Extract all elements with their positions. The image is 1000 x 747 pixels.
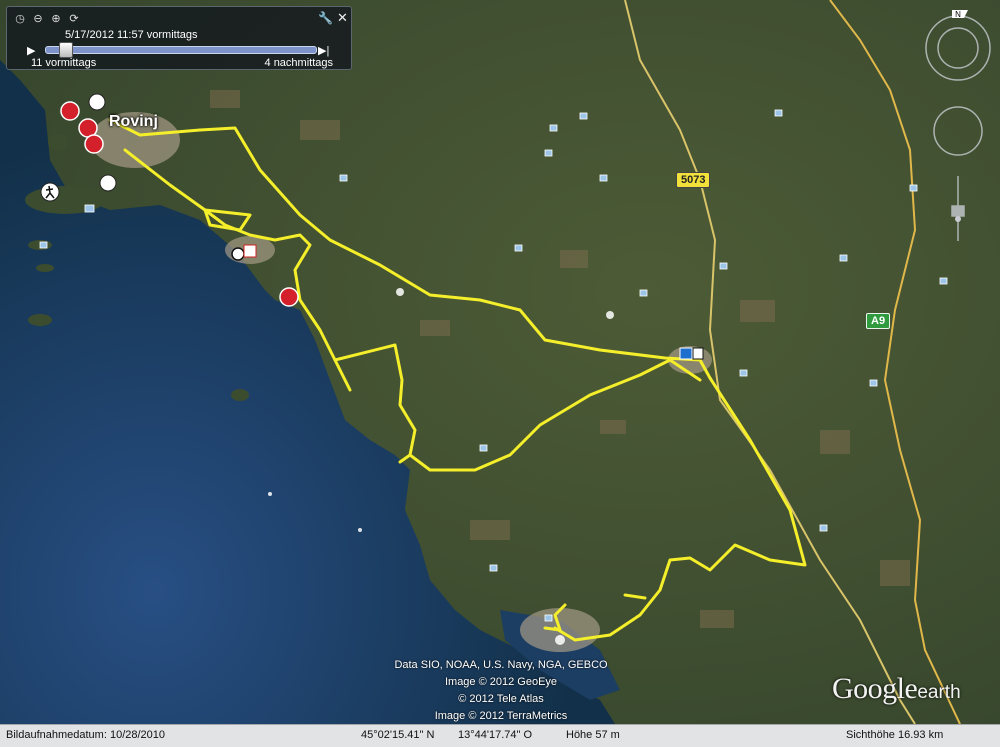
play-icon[interactable]: ▶ bbox=[27, 44, 35, 57]
attribution-line: Image © 2012 GeoEye bbox=[444, 676, 558, 688]
look-joystick[interactable] bbox=[925, 15, 991, 81]
satellite-map[interactable] bbox=[0, 0, 1000, 724]
attribution-line: Image © 2012 TerraMetrics bbox=[434, 710, 568, 722]
zoom-in-icon[interactable]: ⊕ bbox=[49, 11, 63, 25]
road-label-a9: A9 bbox=[866, 313, 891, 329]
gas-station-icon[interactable] bbox=[679, 347, 704, 360]
time-slider-track[interactable] bbox=[45, 42, 317, 58]
zoom-slider-thumb[interactable] bbox=[951, 205, 965, 217]
logo-google-text: Google bbox=[832, 672, 918, 705]
svg-text:N: N bbox=[955, 10, 961, 19]
time-slider-panel: ◷ ⊖ ⊕ ⟳ 🔧 ✕ 5/17/2012 11:57 vormittags ▶… bbox=[6, 6, 352, 70]
hiker-icon[interactable] bbox=[40, 182, 60, 202]
clock-icon[interactable]: ◷ bbox=[13, 11, 27, 25]
map-attribution: Data SIO, NOAA, U.S. Navy, NGA, GEBCO Im… bbox=[336, 657, 666, 725]
refresh-icon[interactable]: ⟳ bbox=[67, 11, 81, 25]
time-slider-date: 5/17/2012 11:57 vormittags bbox=[65, 29, 198, 41]
elevation-readout: Höhe 57 m bbox=[566, 729, 620, 741]
latitude-readout: 45°02'15.41" N bbox=[361, 729, 435, 741]
attribution-line: © 2012 Tele Atlas bbox=[458, 693, 544, 705]
time-slider-end-label: 4 nachmittags bbox=[264, 57, 333, 69]
skip-forward-icon[interactable]: ▶| bbox=[318, 44, 329, 57]
attribution-line: Data SIO, NOAA, U.S. Navy, NGA, GEBCO bbox=[394, 659, 608, 671]
logo-earth-text: earth bbox=[917, 682, 961, 703]
move-joystick[interactable] bbox=[933, 106, 983, 156]
google-earth-logo: Googleearth bbox=[832, 672, 961, 706]
navigation-controls[interactable]: N bbox=[918, 6, 998, 246]
close-icon[interactable]: ✕ bbox=[337, 10, 348, 26]
eye-altitude-readout: Sichthöhe 16.93 km bbox=[846, 729, 944, 741]
wrench-icon[interactable]: 🔧 bbox=[318, 11, 333, 25]
longitude-readout: 13°44'17.74" O bbox=[458, 729, 533, 741]
place-label-rovinj: Rovinj bbox=[109, 113, 158, 130]
zoom-out-icon[interactable]: ⊖ bbox=[31, 11, 45, 25]
imagery-date: Bildaufnahmedatum: 10/28/2010 bbox=[6, 729, 166, 741]
status-bar: Bildaufnahmedatum: 10/28/2010 45°02'15.4… bbox=[0, 724, 1000, 747]
time-slider-thumb[interactable] bbox=[59, 42, 73, 58]
road-label-5073: 5073 bbox=[676, 172, 711, 188]
street-view-icon[interactable] bbox=[955, 216, 961, 222]
time-slider-start-label: 11 vormittags bbox=[31, 57, 97, 69]
